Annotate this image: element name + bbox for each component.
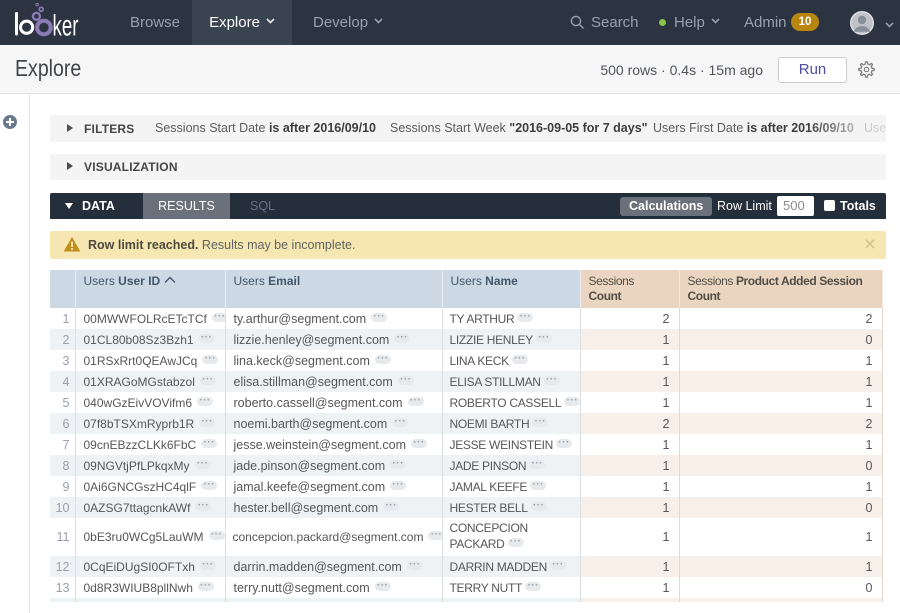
svg-text:ker: ker bbox=[53, 10, 79, 43]
